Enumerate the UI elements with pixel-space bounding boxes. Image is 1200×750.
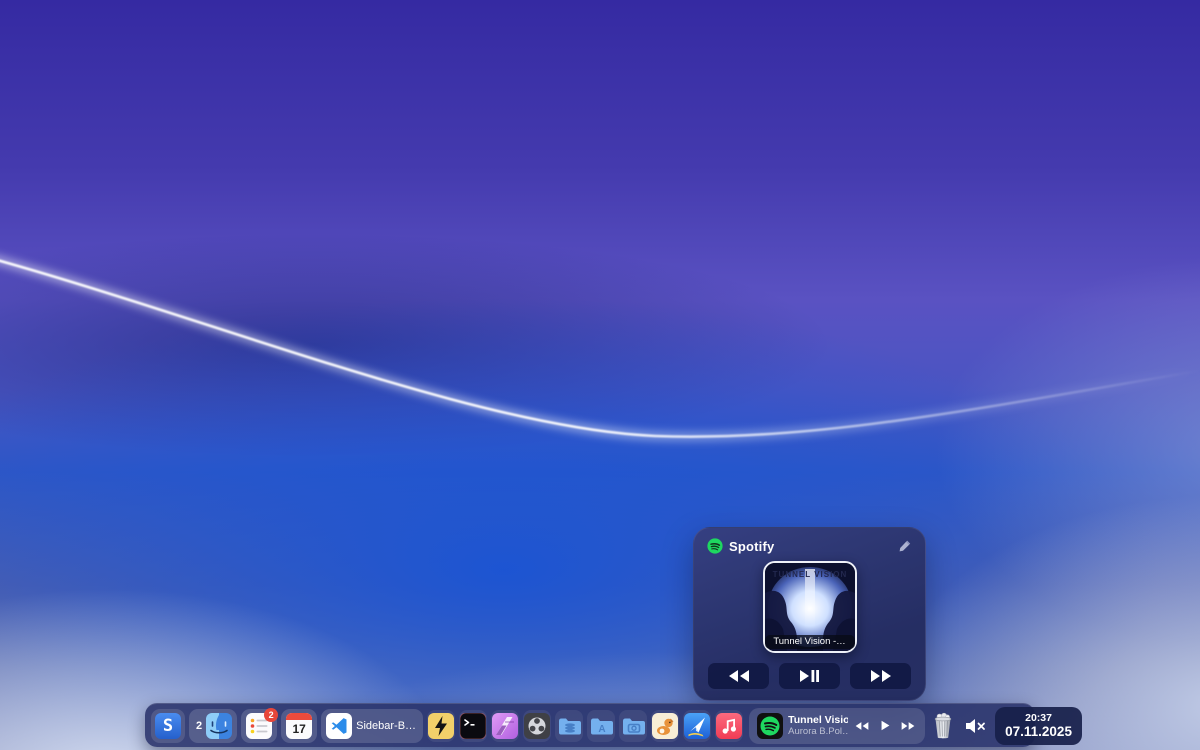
dock-next-button[interactable] bbox=[899, 716, 917, 736]
calendar-icon: 17 bbox=[286, 713, 312, 739]
calendar-red-band bbox=[286, 713, 312, 720]
dock-previous-button[interactable] bbox=[853, 716, 871, 736]
finder-window-count: 2 bbox=[194, 720, 202, 732]
terminal-icon bbox=[460, 713, 486, 739]
volume-button[interactable] bbox=[961, 709, 991, 743]
widget-media-controls bbox=[708, 663, 911, 689]
calendar-day: 17 bbox=[286, 720, 312, 739]
dock-group-reminders[interactable]: 2 bbox=[241, 709, 277, 743]
folder-camera-icon bbox=[620, 713, 646, 739]
spotify-widget[interactable]: Spotify bbox=[693, 527, 926, 701]
previous-button[interactable] bbox=[708, 663, 769, 689]
dock-group-finder[interactable]: 2 bbox=[189, 709, 237, 743]
vscode-icon bbox=[326, 713, 352, 739]
dock-item-terminal[interactable] bbox=[459, 710, 487, 742]
dock: S 2 bbox=[145, 703, 1035, 747]
desktop: Spotify bbox=[0, 0, 1200, 750]
svg-text:A: A bbox=[599, 724, 606, 735]
dial-circle-icon bbox=[524, 713, 550, 739]
aperture-icon bbox=[492, 713, 518, 739]
now-playing-title: Tunnel Vision bbox=[788, 714, 848, 726]
play-pause-button[interactable] bbox=[779, 663, 840, 689]
previous-icon bbox=[855, 721, 869, 731]
music-note-icon bbox=[716, 713, 742, 739]
vscode-window-title: Sidebar-Bri… bbox=[356, 720, 418, 732]
dock-item-apple-music[interactable] bbox=[715, 710, 743, 742]
dock-item-affinity-photo[interactable] bbox=[491, 710, 519, 742]
trash-button[interactable] bbox=[929, 709, 957, 743]
dock-item-folder-media[interactable] bbox=[619, 710, 647, 742]
spotify-logo-icon bbox=[707, 538, 723, 554]
dock-group-vscode[interactable]: Sidebar-Bri… bbox=[321, 709, 423, 743]
finder-icon bbox=[206, 713, 232, 739]
dock-item-folder-applications[interactable]: A bbox=[587, 710, 615, 742]
clock-date: 07.11.2025 bbox=[1005, 724, 1072, 740]
paper-plane-icon bbox=[684, 713, 710, 739]
wallpaper bbox=[0, 0, 1200, 750]
next-button[interactable] bbox=[850, 663, 911, 689]
trash-icon bbox=[931, 712, 955, 739]
lightning-icon bbox=[428, 713, 454, 739]
skip-back-icon bbox=[728, 669, 750, 683]
now-playing-artist: Aurora B.Pol… bbox=[788, 726, 848, 737]
ubar-s-icon: S bbox=[155, 713, 181, 739]
dock-item-lightning-app[interactable] bbox=[427, 710, 455, 742]
reminders-icon: 2 bbox=[246, 713, 272, 739]
dog-icon bbox=[652, 713, 678, 739]
edit-pencil-icon[interactable] bbox=[897, 539, 912, 554]
dock-group-calendar[interactable]: 17 bbox=[281, 709, 317, 743]
vscode-glyph bbox=[329, 716, 349, 736]
artwork-title-text: TUNNEL VISION bbox=[772, 570, 847, 579]
clock[interactable]: 20:37 07.11.2025 bbox=[995, 707, 1082, 745]
clock-time: 20:37 bbox=[1025, 712, 1052, 724]
widget-title: Spotify bbox=[729, 539, 774, 554]
folder-a-icon: A bbox=[588, 713, 614, 739]
next-icon bbox=[901, 721, 915, 731]
dock-play-button[interactable] bbox=[876, 716, 894, 736]
now-playing-text: Tunnel Vision Aurora B.Pol… bbox=[788, 714, 848, 737]
dock-item-spark-mail[interactable] bbox=[683, 710, 711, 742]
dock-item-folder-stacks[interactable] bbox=[555, 710, 583, 742]
dock-item-dog-app[interactable] bbox=[651, 710, 679, 742]
wallpaper-wave-line bbox=[0, 0, 1200, 750]
play-pause-icon bbox=[799, 669, 820, 683]
album-art[interactable]: TUNNEL VISION Tunnel Vision -… bbox=[763, 561, 857, 653]
start-menu-button[interactable]: S bbox=[151, 709, 185, 743]
track-caption: Tunnel Vision -… bbox=[765, 635, 855, 649]
volume-muted-icon bbox=[964, 717, 988, 735]
dock-item-obs-studio[interactable] bbox=[523, 710, 551, 742]
dock-now-playing[interactable]: Tunnel Vision Aurora B.Pol… bbox=[749, 708, 925, 744]
spotify-app-icon bbox=[757, 713, 783, 739]
folder-stack-icon bbox=[556, 713, 582, 739]
reminders-badge: 2 bbox=[264, 708, 278, 722]
spotify-widget-header: Spotify bbox=[694, 528, 925, 558]
skip-forward-icon bbox=[870, 669, 892, 683]
play-icon bbox=[880, 720, 891, 731]
